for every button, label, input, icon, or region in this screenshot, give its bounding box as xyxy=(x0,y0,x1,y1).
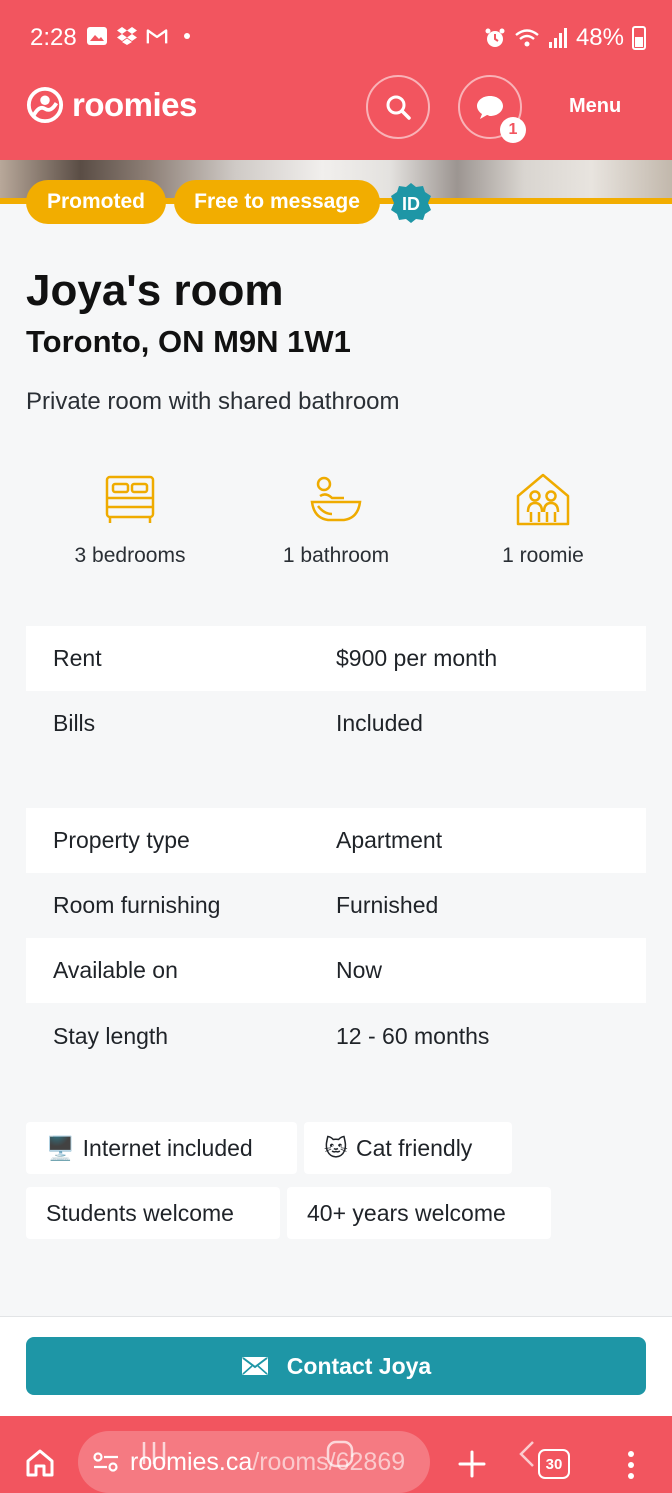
detail-row-room-furnishing: Room furnishing Furnished xyxy=(26,873,646,938)
wifi-icon xyxy=(515,29,539,47)
detail-row-property-type: Property type Apartment xyxy=(26,808,646,873)
site-settings-icon[interactable] xyxy=(92,1450,120,1474)
detail-key: Rent xyxy=(53,645,102,671)
roomies-logo[interactable]: roomies xyxy=(26,86,197,124)
address-bar[interactable]: roomies.ca/rooms/62869 xyxy=(78,1431,430,1493)
more-options-icon[interactable] xyxy=(624,1449,638,1481)
tag-students-welcome: Students welcome xyxy=(26,1187,280,1239)
cat-icon: 🐱 xyxy=(324,1134,348,1161)
tag-label: Cat friendly xyxy=(355,1134,473,1161)
menu-button[interactable]: Menu xyxy=(569,95,621,118)
detail-value: Now xyxy=(336,957,383,983)
detail-value: Apartment xyxy=(336,827,443,853)
gallery-icon xyxy=(87,27,107,45)
detail-value: Furnished xyxy=(336,892,439,918)
feature-bathrooms: 1 bathroom xyxy=(251,472,421,568)
status-time: 2:28 xyxy=(30,24,77,51)
system-home-icon[interactable] xyxy=(326,1440,354,1468)
battery-icon xyxy=(632,26,646,50)
promoted-badge: Promoted xyxy=(26,180,166,224)
brand-name: roomies xyxy=(72,86,197,123)
detail-key: Stay length xyxy=(53,1023,169,1049)
listing-location: Toronto, ON M9N 1W1 xyxy=(26,324,351,359)
detail-row-stay-length: Stay length 12 - 60 months xyxy=(26,1004,646,1069)
room-type: Private room with shared bathroom xyxy=(26,388,400,415)
roomies-icon xyxy=(516,473,570,526)
status-bar: 2:28 48% xyxy=(0,0,672,78)
detail-key: Property type xyxy=(53,827,190,853)
feature-bedrooms: 3 bedrooms xyxy=(45,472,215,568)
dropbox-icon xyxy=(117,27,137,45)
bath-icon xyxy=(310,476,362,522)
system-back-icon[interactable] xyxy=(518,1440,536,1468)
envelope-icon xyxy=(241,1357,268,1375)
tag-40-plus-welcome: 40+ years welcome xyxy=(287,1187,551,1239)
chat-icon xyxy=(477,96,503,119)
feature-roomies: 1 roomie xyxy=(458,472,628,568)
id-verified-icon: ID xyxy=(391,183,431,223)
computer-icon: 🖥️ xyxy=(46,1134,75,1161)
detail-value: Included xyxy=(336,710,423,736)
signal-icon xyxy=(548,28,567,48)
feature-label: 1 bathroom xyxy=(282,544,390,567)
contact-button-label: Contact Joya xyxy=(286,1352,432,1379)
recent-apps-icon[interactable] xyxy=(140,1440,168,1466)
home-icon[interactable] xyxy=(24,1447,56,1479)
tag-label: Internet included xyxy=(82,1134,253,1161)
search-icon xyxy=(386,95,411,120)
alarm-icon xyxy=(485,28,505,47)
detail-value: $900 per month xyxy=(336,645,498,671)
detail-key: Available on xyxy=(53,957,178,983)
notification-dot xyxy=(184,33,190,39)
detail-value: 12 - 60 months xyxy=(336,1023,490,1049)
listing-title: Joya's room xyxy=(26,266,284,315)
detail-row-available-on: Available on Now xyxy=(26,938,646,1003)
tag-label: 40+ years welcome xyxy=(307,1199,506,1226)
tag-cat-friendly: 🐱 Cat friendly xyxy=(304,1122,512,1174)
message-count-badge: 1 xyxy=(500,117,526,143)
detail-key: Room furnishing xyxy=(53,892,221,918)
feature-label: 1 roomie xyxy=(502,544,584,567)
free-to-message-badge: Free to message xyxy=(174,180,380,224)
tab-count-button[interactable]: 30 xyxy=(538,1449,570,1479)
id-badge-text: ID xyxy=(402,194,420,214)
tag-internet-included: 🖥️ Internet included xyxy=(26,1122,297,1174)
detail-row-rent: Rent $900 per month xyxy=(26,626,646,691)
roomies-logo-icon xyxy=(26,86,64,124)
bed-icon xyxy=(105,475,155,523)
detail-row-bills: Bills Included xyxy=(26,691,646,756)
search-button[interactable] xyxy=(366,75,430,139)
feature-label: 3 bedrooms xyxy=(74,544,186,567)
detail-key: Bills xyxy=(53,710,96,736)
gmail-icon xyxy=(146,29,168,44)
contact-button[interactable]: Contact Joya xyxy=(26,1337,646,1395)
battery-percent: 48% xyxy=(575,24,624,51)
new-tab-icon[interactable] xyxy=(458,1450,486,1478)
tag-label: Students welcome xyxy=(46,1199,234,1226)
